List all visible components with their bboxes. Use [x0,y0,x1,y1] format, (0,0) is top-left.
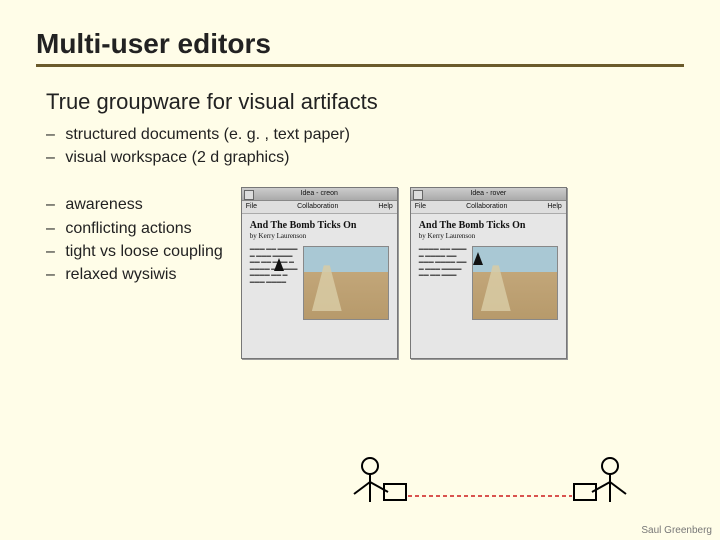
document-byline: by Kerry Laurenson [250,232,389,240]
document-headline: And The Bomb Ticks On [419,220,558,231]
document-byline: by Kerry Laurenson [419,232,558,240]
window-titlebar: Idea - creon [242,188,397,201]
window-control-icon [244,190,254,200]
telepointer-icon [274,258,284,271]
menu-collaboration: Collaboration [297,201,338,213]
menu-file: File [415,201,426,213]
document-body: And The Bomb Ticks On by Kerry Laurenson… [242,214,397,291]
window-titlebar: Idea - rover [411,188,566,201]
window-title-text: Idea - rover [470,190,506,197]
window-menubar: File Collaboration Help [411,201,566,214]
title-rule [36,64,684,67]
bullet-item: relaxed wysiwis [64,263,223,286]
document-image [303,246,389,320]
slide-footer: Saul Greenberg [641,525,712,536]
editor-windows: Idea - creon File Collaboration Help And… [241,187,567,359]
editor-window-2: Idea - rover File Collaboration Help And… [410,187,567,359]
bullet-item: awareness [64,193,223,216]
menu-help: Help [378,201,392,213]
collaboration-illustration [330,454,650,524]
window-menubar: File Collaboration Help [242,201,397,214]
bullet-item: structured documents (e. g. , text paper… [64,123,684,146]
menu-collaboration: Collaboration [466,201,507,213]
bullet-item: conflicting actions [64,217,223,240]
document-image [472,246,558,320]
bullet-item: visual workspace (2 d graphics) [64,146,684,169]
document-headline: And The Bomb Ticks On [250,220,389,231]
editor-window-1: Idea - creon File Collaboration Help And… [241,187,398,359]
slide-subtitle: True groupware for visual artifacts [46,89,684,115]
bullet-group-1: structured documents (e. g. , text paper… [64,123,684,169]
bullet-item: tight vs loose coupling [64,240,223,263]
menu-file: File [246,201,257,213]
telepointer-icon [473,252,483,265]
window-control-icon [413,190,423,200]
slide-title: Multi-user editors [36,28,684,60]
bullet-group-2: awareness conflicting actions tight vs l… [64,193,223,286]
document-body: And The Bomb Ticks On by Kerry Laurenson… [411,214,566,285]
window-title-text: Idea - creon [301,190,338,197]
menu-help: Help [547,201,561,213]
